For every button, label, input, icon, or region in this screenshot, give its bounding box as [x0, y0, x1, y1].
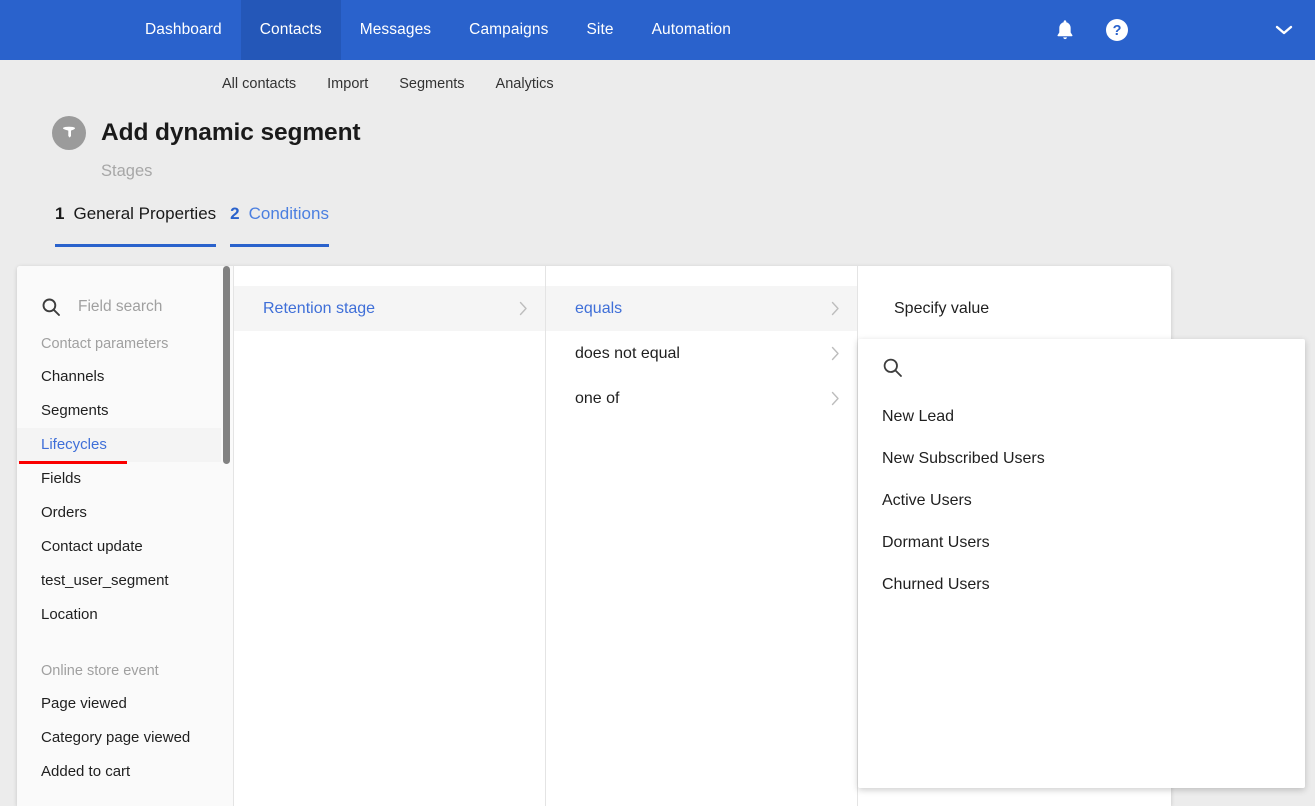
step-label: Conditions: [248, 204, 329, 223]
field-item-segments[interactable]: Segments: [17, 394, 233, 428]
page-title-row: Add dynamic segment: [52, 116, 361, 150]
page-header: Add dynamic segment Stages 1 General Pro…: [0, 108, 1315, 247]
value-option-new-lead[interactable]: New Lead: [858, 396, 1305, 438]
chevron-right-icon: [519, 301, 528, 316]
chevron-right-icon: [831, 391, 840, 406]
step-number: 2: [230, 204, 240, 223]
field-item-orders[interactable]: Orders: [17, 496, 233, 530]
operator-item-label: one of: [575, 389, 620, 407]
nav-item-automation[interactable]: Automation: [633, 0, 750, 60]
page-subtitle: Stages: [101, 162, 153, 180]
account-menu-button[interactable]: [1253, 0, 1315, 60]
chevron-right-icon: [831, 301, 840, 316]
subnav-item-analytics[interactable]: Analytics: [496, 76, 554, 92]
parameter-item-label: Retention stage: [263, 299, 376, 317]
step-tab-conditions[interactable]: 2 Conditions: [230, 204, 329, 247]
field-item-channels[interactable]: Channels: [17, 360, 233, 394]
field-search-placeholder: Field search: [78, 297, 163, 315]
subnav-item-all-contacts[interactable]: All contacts: [222, 76, 296, 92]
subnav-item-import[interactable]: Import: [327, 76, 368, 92]
search-icon: [42, 298, 60, 316]
parameter-column-spacer: [234, 266, 545, 286]
operator-item-label: equals: [575, 299, 623, 317]
operator-column-spacer: [546, 266, 857, 286]
value-option-dormant-users[interactable]: Dormant Users: [858, 522, 1305, 564]
operator-item-one-of[interactable]: one of: [546, 376, 857, 421]
svg-text:?: ?: [1113, 23, 1122, 39]
step-label: General Properties: [73, 204, 217, 223]
field-list-scrollbar-thumb[interactable]: [223, 266, 230, 464]
sub-navigation-bar: All contacts Import Segments Analytics: [0, 60, 1315, 108]
field-list-scrollbar[interactable]: [221, 266, 233, 806]
step-tab-general-properties[interactable]: 1 General Properties: [55, 204, 217, 247]
funnel-glyph: [63, 126, 75, 138]
step-tabs: 1 General Properties 2 Conditions: [55, 204, 329, 247]
operator-item-does-not-equal[interactable]: does not equal: [546, 331, 857, 376]
value-option-active-users[interactable]: Active Users: [858, 480, 1305, 522]
value-option-new-subscribed-users[interactable]: New Subscribed Users: [858, 438, 1305, 480]
help-icon: ?: [1106, 19, 1128, 41]
field-item-test-user-segment[interactable]: test_user_segment: [17, 564, 233, 598]
value-search-input[interactable]: [858, 339, 1305, 396]
field-group-label-online-store-event: Online store event: [41, 663, 159, 679]
step-number: 1: [55, 204, 65, 223]
operator-item-label: does not equal: [575, 344, 680, 362]
field-item-contact-update[interactable]: Contact update: [17, 530, 233, 564]
field-item-location[interactable]: Location: [17, 598, 233, 632]
operator-column: equals does not equal one of: [546, 266, 858, 806]
field-group-label-contact-parameters: Contact parameters: [41, 336, 169, 352]
subnav-item-segments[interactable]: Segments: [399, 76, 464, 92]
field-item-category-page-viewed[interactable]: Category page viewed: [17, 721, 233, 755]
chevron-right-icon: [831, 346, 840, 361]
notifications-button[interactable]: [1039, 0, 1091, 60]
field-item-fields[interactable]: Fields: [17, 462, 233, 496]
field-list-column: Field search Contact parameters Channels…: [17, 266, 234, 806]
topnav-left-spacer: [0, 0, 126, 60]
field-group-spacer: [17, 632, 233, 655]
chevron-down-icon: [1275, 25, 1293, 35]
field-item-lifecycles[interactable]: Lifecycles: [17, 428, 233, 464]
filter-funnel-icon: [52, 116, 86, 150]
parameter-item-retention-stage[interactable]: Retention stage: [234, 286, 545, 331]
field-item-page-viewed[interactable]: Page viewed: [17, 687, 233, 721]
top-navigation-bar: Dashboard Contacts Messages Campaigns Si…: [0, 0, 1315, 60]
field-search-input[interactable]: Field search: [17, 285, 233, 328]
page-title: Add dynamic segment: [101, 119, 361, 146]
nav-item-dashboard[interactable]: Dashboard: [126, 0, 241, 60]
search-icon: [883, 358, 902, 377]
value-dropdown-panel: New Lead New Subscribed Users Active Use…: [858, 339, 1305, 788]
nav-item-contacts[interactable]: Contacts: [240, 0, 341, 60]
value-column-spacer: [858, 266, 1170, 286]
field-item-added-to-cart[interactable]: Added to cart: [17, 755, 233, 789]
topnav-right-actions: ?: [1039, 0, 1315, 60]
bell-icon: [1057, 20, 1073, 40]
nav-item-campaigns[interactable]: Campaigns: [450, 0, 567, 60]
help-button[interactable]: ?: [1091, 0, 1143, 60]
value-option-churned-users[interactable]: Churned Users: [858, 564, 1305, 606]
nav-item-messages[interactable]: Messages: [341, 0, 450, 60]
operator-item-equals[interactable]: equals: [546, 286, 857, 331]
field-item-label: Lifecycles: [41, 436, 107, 453]
nav-item-site[interactable]: Site: [567, 0, 632, 60]
parameter-column: Retention stage: [234, 266, 546, 806]
value-column-heading[interactable]: Specify value: [858, 286, 1170, 331]
